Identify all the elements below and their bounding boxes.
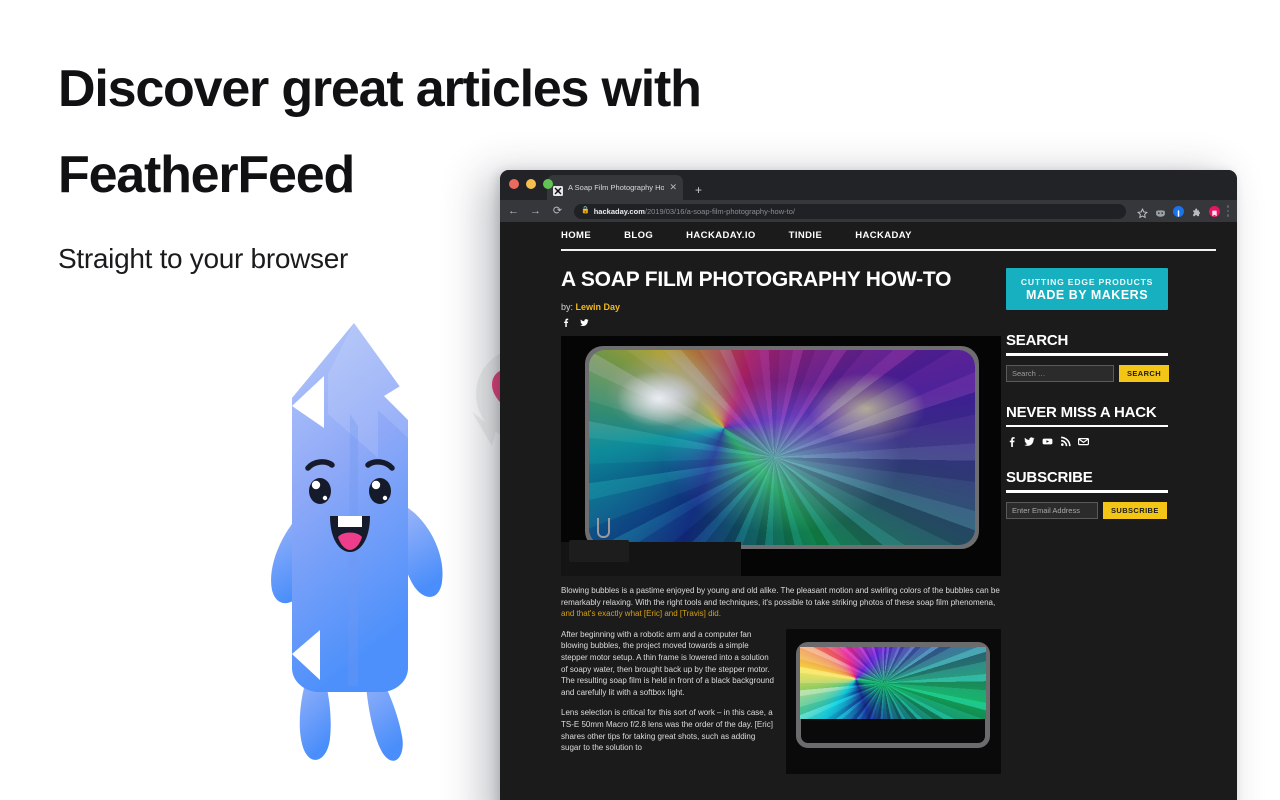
search-input[interactable]: Search …: [1006, 364, 1114, 382]
follow-heading-rule: [1006, 424, 1168, 427]
search-row: Search … SEARCH: [1006, 364, 1176, 382]
maximize-window-button[interactable]: [543, 179, 553, 189]
window-traffic-lights[interactable]: [509, 179, 553, 189]
search-button[interactable]: SEARCH: [1119, 364, 1170, 382]
article-inline-image: [786, 628, 1001, 774]
subscribe-heading: SUBSCRIBE: [1006, 469, 1093, 486]
frame-hook: [597, 518, 610, 538]
search-heading-rule: [1006, 353, 1168, 356]
address-domain: hackaday.com: [593, 206, 645, 216]
chrome-menu-icon[interactable]: [1226, 205, 1229, 217]
article-body-column: After beginning with a robotic arm and a…: [561, 629, 776, 774]
youtube-icon[interactable]: [1042, 436, 1053, 447]
browser-toolbar: ← → ⟳ 🔒 hackaday.com/2019/03/16/a-soap-f…: [500, 200, 1237, 222]
subscribe-heading-rule: [1006, 490, 1168, 493]
facebook-icon[interactable]: [1006, 436, 1017, 447]
rss-icon[interactable]: [1060, 436, 1071, 447]
site-nav: HOME BLOG HACKADAY.IO TINDIE HACKADAY: [500, 222, 1237, 248]
article-title: A SOAP FILM PHOTOGRAPHY HOW-TO: [561, 268, 952, 291]
nav-item-hackaday[interactable]: HACKADAY: [855, 230, 912, 241]
article: A SOAP FILM PHOTOGRAPHY HOW-TO by: Lewin…: [561, 268, 1001, 774]
star-icon[interactable]: [1136, 206, 1148, 218]
avatar-pink-icon[interactable]: [1208, 205, 1220, 217]
promo-line-1: CUTTING EDGE PRODUCTS: [1020, 276, 1154, 287]
shield-icon[interactable]: [1155, 206, 1166, 217]
twitter-icon[interactable]: [1024, 436, 1035, 447]
toolbar-icon-group: [1136, 205, 1229, 218]
mail-icon[interactable]: [1078, 436, 1089, 447]
reload-icon[interactable]: ⟳: [552, 205, 563, 217]
lock-icon: 🔒: [581, 207, 590, 214]
email-placeholder: Enter Email Address: [1012, 505, 1080, 515]
nav-item-home[interactable]: HOME: [561, 230, 591, 241]
byline-label: by:: [561, 302, 574, 312]
address-bar-url: hackaday.com/2019/03/16/a-soap-film-phot…: [594, 207, 795, 216]
profile-blue-icon[interactable]: [1172, 205, 1184, 217]
browser-window: A Soap Film Photography How- ✕ + ← → ⟳ 🔒…: [500, 170, 1237, 800]
article-hero-image: [561, 336, 1001, 576]
site-sidebar: CUTTING EDGE PRODUCTS MADE BY MAKERS SEA…: [1006, 268, 1176, 519]
nav-underline: [561, 249, 1216, 251]
subscribe-row: Enter Email Address SUBSCRIBE: [1006, 501, 1176, 519]
address-bar[interactable]: 🔒 hackaday.com/2019/03/16/a-soap-film-ph…: [574, 203, 1126, 219]
address-path: /2019/03/16/a-soap-film-photography-how-…: [644, 206, 795, 216]
share-row: [561, 318, 1001, 327]
tab-title: A Soap Film Photography How-: [568, 182, 665, 192]
follow-heading: NEVER MISS A HACK: [1006, 403, 1157, 421]
tindie-promo-banner[interactable]: CUTTING EDGE PRODUCTS MADE BY MAKERS: [1006, 268, 1168, 310]
search-placeholder: Search …: [1012, 368, 1046, 378]
hackaday-page: HOME BLOG HACKADAY.IO TINDIE HACKADAY A …: [500, 222, 1237, 800]
article-byline: by: Lewin Day: [561, 302, 1001, 312]
social-links: [1006, 436, 1176, 447]
nav-item-blog[interactable]: BLOG: [624, 230, 653, 241]
article-paragraph-3: Lens selection is critical for this sort…: [561, 708, 773, 753]
email-field[interactable]: Enter Email Address: [1006, 501, 1098, 519]
search-heading: SEARCH: [1006, 332, 1069, 349]
browser-tab[interactable]: A Soap Film Photography How- ✕: [547, 175, 683, 200]
twitter-icon[interactable]: [580, 318, 589, 327]
browser-tabstrip: A Soap Film Photography How- ✕ +: [500, 170, 1237, 200]
subscribe-button[interactable]: SUBSCRIBE: [1103, 501, 1167, 519]
facebook-icon[interactable]: [561, 318, 570, 327]
promo-line-2: MADE BY MAKERS: [1025, 287, 1149, 302]
lead-link[interactable]: and that's exactly what [Eric] and [Trav…: [561, 609, 721, 618]
article-two-column: After beginning with a robotic arm and a…: [561, 628, 1001, 774]
soap-film-surface: [589, 350, 975, 545]
inline-film-sheen: [800, 646, 986, 719]
back-icon[interactable]: ←: [508, 205, 519, 217]
close-window-button[interactable]: [509, 179, 519, 189]
nav-item-tindie[interactable]: TINDIE: [789, 230, 823, 241]
author-link[interactable]: Lewin Day: [576, 302, 621, 312]
article-paragraph-2: After beginning with a robotic arm and a…: [561, 629, 775, 697]
nav-item-hackaday-io[interactable]: HACKADAY.IO: [686, 230, 756, 241]
minimize-window-button[interactable]: [526, 179, 536, 189]
page-subtitle: Straight to your browser: [58, 243, 349, 274]
hackaday-icon: [553, 183, 563, 196]
close-tab-button[interactable]: ✕: [669, 183, 677, 192]
lead-text: Blowing bubbles is a pastime enjoyed by …: [561, 586, 1000, 607]
new-tab-button[interactable]: +: [695, 184, 702, 196]
extensions-puzzle-icon[interactable]: [1191, 206, 1202, 217]
article-lead-paragraph: Blowing bubbles is a pastime enjoyed by …: [561, 585, 1001, 620]
forward-icon[interactable]: →: [530, 205, 541, 217]
camera-stand-base: [569, 540, 629, 562]
promo-screenshot: Discover great articles with FeatherFeed…: [0, 0, 1280, 800]
